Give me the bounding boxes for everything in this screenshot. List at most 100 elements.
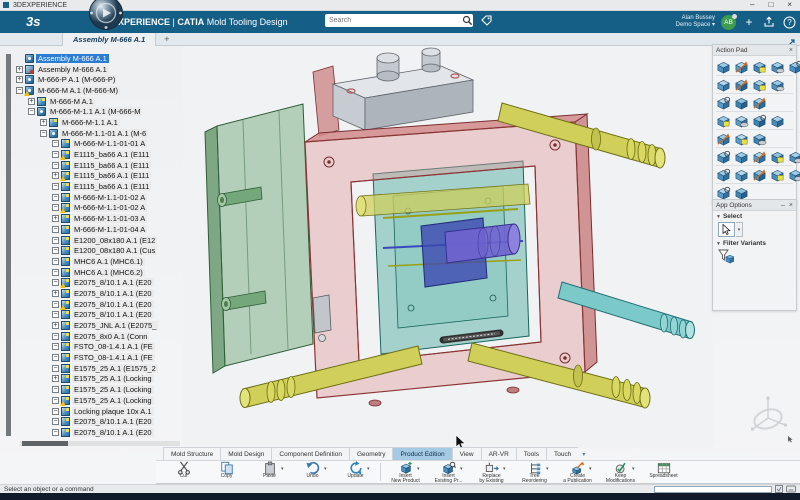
mold-tool-icon[interactable] — [734, 150, 749, 164]
view-rotation-widget[interactable] — [742, 392, 794, 444]
keyboard-icon[interactable] — [786, 485, 796, 493]
tree-item[interactable]: +M-666-P A.1 (M-666-P) — [14, 74, 190, 85]
tree-item[interactable]: −M-666-M-1.1 A.1 (M-666-M — [14, 106, 190, 117]
expand-icon[interactable]: + — [52, 290, 59, 297]
collapse-icon[interactable]: − — [52, 237, 59, 244]
app-options-title-bar[interactable]: App Options – × — [713, 200, 796, 211]
mold-tool-icon[interactable] — [734, 114, 749, 128]
mold-tool-icon[interactable] — [770, 150, 785, 164]
collapse-icon[interactable]: − — [52, 418, 59, 425]
tab-assembly-m666[interactable]: Assembly M-666 A.1 — [62, 33, 156, 46]
tree-item[interactable]: +M-666-M A.1 — [14, 96, 190, 107]
mold-tool-icon[interactable] — [788, 168, 800, 182]
expand-icon[interactable]: + — [52, 215, 59, 222]
dropdown-caret-icon[interactable]: ▾ — [632, 466, 635, 472]
tree-item[interactable]: −MHC6 A.1 (MHC6.2) — [14, 267, 190, 278]
tree-item[interactable]: −M-666-M-1.1-01-04 A — [14, 224, 190, 235]
collapse-icon[interactable]: − — [52, 194, 59, 201]
mold-tool-icon[interactable] — [716, 60, 731, 74]
mold-tool-icon[interactable] — [734, 168, 749, 182]
tree-item[interactable]: −E1115_ba66 A.1 (E111 — [14, 149, 190, 160]
tree-item[interactable]: −E1115_ba66 A.1 (E111 — [14, 181, 190, 192]
tree-item[interactable]: −E1115_ba66 A.1 (E111 — [14, 160, 190, 171]
ribbon-tab-component-definition[interactable]: Component Definition — [271, 447, 349, 460]
tree-item[interactable]: −Locking plaque 10x A.1 — [14, 406, 190, 417]
expand-icon[interactable]: + — [16, 66, 23, 73]
maximize-button[interactable]: □ — [768, 0, 773, 10]
select-tool-dropdown[interactable]: ▾ — [736, 222, 743, 237]
search-input[interactable] — [325, 17, 462, 24]
tree-item[interactable]: −E1575_25 A.1 (Locking — [14, 395, 190, 406]
ribbon-tab-view[interactable]: View — [452, 447, 481, 460]
tree-item[interactable]: Assembly M-666 A.1 — [14, 53, 190, 64]
collapse-icon[interactable]: − — [52, 269, 59, 276]
tree-item[interactable]: +E2075_JNL A.1 (E2075_ — [14, 320, 190, 331]
collapse-icon[interactable]: − — [52, 429, 59, 436]
collapse-icon[interactable]: − — [52, 333, 59, 340]
tag-icon[interactable] — [480, 14, 493, 32]
collapse-icon[interactable]: − — [52, 151, 59, 158]
search-icon[interactable] — [462, 15, 473, 26]
tree-item[interactable]: −E2075_8/10.1 A.1 (E20 — [14, 277, 190, 288]
tree-item[interactable]: −M-666-M A.1 (M-666-M) — [14, 85, 190, 96]
paste-button[interactable]: ▾Paste — [248, 461, 291, 483]
clamping-plate-green[interactable] — [205, 104, 313, 373]
tree-vertical-scrollbar[interactable] — [6, 54, 11, 436]
replace-button[interactable]: ▾Replaceby Existing — [470, 461, 513, 483]
mold-tool-icon[interactable] — [752, 96, 767, 110]
mold-tool-icon[interactable] — [716, 186, 731, 200]
mold-tool-icon[interactable] — [788, 60, 800, 74]
expand-icon[interactable]: + — [28, 98, 35, 105]
collapse-icon[interactable]: − — [16, 87, 23, 94]
publication-button[interactable]: ▾Createa Publication — [556, 461, 599, 483]
collapse-icon[interactable]: − — [52, 162, 59, 169]
dropdown-caret-icon[interactable]: ▾ — [367, 466, 370, 472]
select-section-header[interactable]: ▼ Select — [713, 211, 796, 221]
tree-item[interactable]: −MHC6 A.1 (MHC6.1) — [14, 256, 190, 267]
tree-item[interactable]: −E1200_08x180 A.1 (Cus — [14, 245, 190, 256]
tree-item[interactable]: +M-666-M-1.1 A.1 — [14, 117, 190, 128]
tree-item[interactable]: −E2075_8/10.1 A.1 (E20 — [14, 299, 190, 310]
mold-tool-icon[interactable] — [752, 132, 767, 146]
tree-item[interactable]: −M-666-M-1.1-01 A.1 (M-6 — [14, 128, 190, 139]
mold-tool-icon[interactable] — [716, 132, 731, 146]
update-button[interactable]: ▾Update — [334, 461, 377, 483]
ribbon-tab-product-edition[interactable]: Product Edition — [392, 447, 451, 460]
add-button[interactable]: + — [742, 15, 756, 29]
insert-existing-button[interactable]: ▾InsertExisting Pr... — [427, 461, 470, 483]
dropdown-caret-icon[interactable]: ▾ — [281, 466, 284, 472]
mold-tool-icon[interactable] — [770, 168, 785, 182]
tabs-overflow-icon[interactable]: ▾ — [582, 451, 585, 460]
mold-tool-icon[interactable] — [752, 114, 767, 128]
cut-button[interactable]: Cut — [162, 461, 205, 483]
app-options-close-icon[interactable]: × — [789, 202, 793, 209]
collapse-icon[interactable]: − — [52, 311, 59, 318]
close-button[interactable]: × — [787, 0, 792, 10]
mold-tool-icon[interactable] — [770, 60, 785, 74]
mold-tool-icon[interactable] — [770, 78, 785, 92]
tree-item[interactable]: −E2075_8/10.1 A.1 (E20 — [14, 416, 190, 427]
tree-item[interactable]: +E1115_ba66 A.1 (E111 — [14, 171, 190, 182]
collapse-icon[interactable]: − — [52, 204, 59, 211]
select-tool-button[interactable] — [718, 222, 735, 237]
tree-item[interactable]: +E2075_8/10.1 A.1 (E20 — [14, 288, 190, 299]
mold-tool-icon[interactable] — [752, 78, 767, 92]
tree-item[interactable]: −M-666-M-1.1-01-02 A — [14, 192, 190, 203]
mold-tool-icon[interactable] — [716, 150, 731, 164]
action-pad-close-icon[interactable]: × — [789, 47, 793, 54]
expand-icon[interactable]: + — [52, 375, 59, 382]
new-tab-button[interactable]: + — [164, 34, 169, 45]
collapse-icon[interactable]: − — [52, 301, 59, 308]
help-icon[interactable]: ? — [782, 15, 796, 29]
mold-tool-icon[interactable] — [734, 186, 749, 200]
filter-variants-icon[interactable] — [718, 251, 734, 268]
mold-tool-icon[interactable] — [752, 168, 767, 182]
tree-item[interactable]: −E2075_8/10.1 A.1 (E20 — [14, 310, 190, 321]
collapse-icon[interactable]: − — [52, 183, 59, 190]
mold-tool-icon[interactable] — [716, 96, 731, 110]
dropdown-caret-icon[interactable]: ▾ — [417, 466, 420, 472]
spreadsheet-button[interactable]: Spreadsheet — [642, 461, 685, 483]
collapse-icon[interactable]: − — [52, 279, 59, 286]
mold-tool-icon[interactable] — [716, 114, 731, 128]
command-input[interactable] — [654, 486, 772, 493]
